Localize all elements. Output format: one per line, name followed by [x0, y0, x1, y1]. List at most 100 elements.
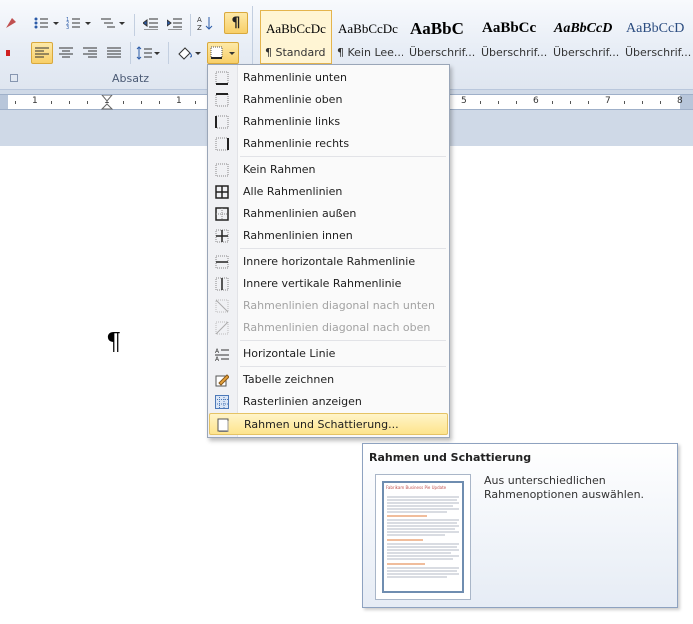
svg-text:Z: Z: [197, 24, 202, 31]
menu-item-label: Tabelle zeichnen: [243, 373, 335, 386]
group-label-absatz: Absatz: [112, 72, 150, 85]
no-border-icon: [215, 163, 229, 177]
inside-horizontal-border-icon: [215, 255, 229, 269]
sort-icon[interactable]: AZ: [194, 12, 216, 34]
pilcrow-button-label: ¶: [231, 15, 241, 31]
decrease-indent-icon[interactable]: [140, 12, 162, 34]
menu-item-label: Rahmenlinie links: [243, 115, 341, 128]
font-color-icon[interactable]: [2, 42, 14, 64]
style-preview: AaBbCcDc: [338, 21, 398, 36]
style-name: Überschrif...: [481, 46, 548, 59]
menu-item-label: Kein Rahmen: [243, 163, 316, 176]
ruler-number: 5: [461, 96, 467, 106]
menu-item-label: Rahmenlinien diagonal nach unten: [243, 299, 435, 312]
borders-button[interactable]: [207, 42, 239, 64]
borders-dropdown-menu: Rahmenlinie unten Rahmenlinie oben Rahme…: [207, 64, 450, 438]
numbering-button[interactable]: 123: [64, 12, 94, 34]
menu-item-label: Horizontale Linie: [243, 347, 336, 360]
diagonal-up-border-icon: [215, 321, 229, 335]
menu-item-label: Rahmenlinie rechts: [243, 137, 350, 150]
menu-item-label: Innere vertikale Rahmenlinie: [243, 277, 402, 290]
style-preview: AaBbCcDc: [266, 21, 326, 36]
menu-item-innere-vertikale-rahmenlinie[interactable]: Innere vertikale Rahmenlinie: [209, 273, 448, 295]
border-right-icon: [215, 137, 229, 151]
style-heading-4[interactable]: AaBbCcD Überschrif...: [620, 10, 692, 64]
ruler-number: 6: [533, 96, 539, 106]
shading-button[interactable]: [174, 42, 204, 64]
svg-text:A: A: [215, 356, 220, 361]
ruler-number: 8: [677, 96, 683, 106]
styles-gallery: AaBbCcDc ¶ Standard AaBbCcDc ¶ Kein Lee.…: [258, 8, 693, 64]
style-name: Überschrif...: [553, 46, 620, 59]
menu-item-kein-rahmen[interactable]: Kein Rahmen: [209, 159, 448, 181]
ruler-number: 7: [605, 96, 611, 106]
style-heading-2[interactable]: AaBbCc Überschrif...: [476, 10, 548, 64]
menu-item-tabelle-zeichnen[interactable]: Tabelle zeichnen: [209, 369, 448, 391]
menu-item-label: Rahmenlinien diagonal nach oben: [243, 321, 431, 334]
inside-vertical-border-icon: [215, 277, 229, 291]
menu-item-label: Rahmenlinie unten: [243, 71, 347, 84]
svg-text:3: 3: [66, 25, 69, 30]
menu-item-horizontale-linie[interactable]: AA Horizontale Linie: [209, 343, 448, 365]
align-right-button[interactable]: [79, 42, 101, 64]
borders-shading-icon: [217, 418, 229, 432]
menu-item-rahmenlinien-innen[interactable]: Rahmenlinien innen: [209, 225, 448, 247]
menu-item-rahmenlinien-diagonal-nach-oben: Rahmenlinien diagonal nach oben: [209, 317, 448, 339]
tooltip-preview-image: Fabrikam Business Pie Update: [375, 474, 471, 600]
border-top-icon: [215, 93, 229, 107]
menu-item-alle-rahmenlinien[interactable]: Alle Rahmenlinien: [209, 181, 448, 203]
dialog-launcher-icon[interactable]: [10, 74, 18, 82]
style-name: ¶ Standard: [265, 46, 326, 59]
clear-format-icon[interactable]: [2, 12, 20, 34]
tooltip: Rahmen und Schattierung Fabrikam Busines…: [362, 443, 678, 608]
menu-item-rasterlinien-anzeigen[interactable]: Rasterlinien anzeigen: [209, 391, 448, 413]
menu-item-label: Rahmen und Schattierung...: [244, 418, 399, 431]
diagonal-down-border-icon: [215, 299, 229, 313]
gridlines-icon: [215, 395, 229, 409]
border-left-icon: [215, 115, 229, 129]
align-center-button[interactable]: [55, 42, 77, 64]
menu-item-rahmen-und-schattierung[interactable]: Rahmen und Schattierung...: [209, 413, 448, 435]
preview-heading: Fabrikam Business Pie Update: [386, 485, 447, 490]
horizontal-line-icon: AA: [215, 348, 229, 361]
style-preview: AaBbCc: [482, 20, 537, 36]
menu-item-label: Rahmenlinien außen: [243, 207, 357, 220]
justify-button[interactable]: [103, 42, 125, 64]
ruler-number: 1: [176, 96, 182, 106]
style-name: Überschrif...: [625, 46, 692, 59]
menu-item-rahmenlinien-aussen[interactable]: Rahmenlinien außen: [209, 203, 448, 225]
menu-item-label: Alle Rahmenlinien: [243, 185, 343, 198]
line-spacing-button[interactable]: [134, 42, 162, 64]
style-name: Überschrif...: [409, 46, 476, 59]
menu-item-label: Innere horizontale Rahmenlinie: [243, 255, 416, 268]
outside-borders-icon: [215, 207, 229, 221]
menu-item-rahmenlinie-oben[interactable]: Rahmenlinie oben: [209, 89, 448, 111]
style-preview: AaBbC: [410, 19, 464, 38]
style-standard[interactable]: AaBbCcDc ¶ Standard: [260, 10, 332, 64]
bullets-button[interactable]: [32, 12, 62, 34]
inside-borders-icon: [215, 229, 229, 243]
ruler-number: 1: [32, 96, 38, 106]
menu-item-rahmenlinie-rechts[interactable]: Rahmenlinie rechts: [209, 133, 448, 155]
menu-item-label: Rahmenlinien innen: [243, 229, 353, 242]
svg-text:A: A: [197, 16, 202, 24]
menu-item-innere-horizontale-rahmenlinie[interactable]: Innere horizontale Rahmenlinie: [209, 251, 448, 273]
menu-item-rahmenlinie-unten[interactable]: Rahmenlinie unten: [209, 67, 448, 89]
multilevel-list-button[interactable]: [98, 12, 128, 34]
style-name: ¶ Kein Lee...: [337, 46, 404, 59]
paragraph-mark: ¶: [106, 328, 122, 356]
show-formatting-button[interactable]: ¶: [224, 12, 248, 34]
increase-indent-icon[interactable]: [164, 12, 186, 34]
tooltip-title: Rahmen und Schattierung: [369, 451, 532, 464]
svg-text:A: A: [215, 348, 220, 355]
menu-item-rahmenlinie-links[interactable]: Rahmenlinie links: [209, 111, 448, 133]
style-kein-leerraum[interactable]: AaBbCcDc ¶ Kein Lee...: [332, 10, 404, 64]
indent-marker-icon[interactable]: [100, 94, 114, 114]
menu-item-rahmenlinien-diagonal-nach-unten: Rahmenlinien diagonal nach unten: [209, 295, 448, 317]
style-heading-3[interactable]: AaBbCcD Überschrif...: [548, 10, 620, 64]
style-heading-1[interactable]: AaBbC Überschrif...: [404, 10, 476, 64]
align-left-button[interactable]: [31, 42, 53, 64]
draw-table-icon: [215, 374, 229, 387]
tooltip-description: Aus unterschiedlichen Rahmenoptionen aus…: [484, 474, 645, 501]
style-preview: AaBbCcD: [626, 21, 685, 36]
